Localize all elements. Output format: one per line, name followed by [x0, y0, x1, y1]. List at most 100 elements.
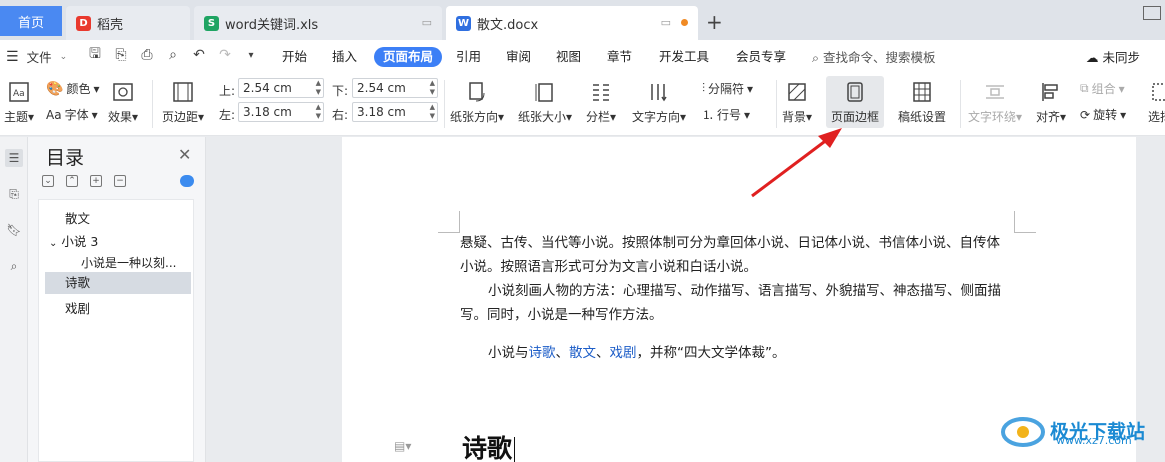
command-search[interactable]: ⌕ 查找命令、搜索模板 — [812, 47, 936, 66]
top-margin-input[interactable]: 2.54 cm ▲ ▼ — [238, 78, 324, 98]
background-button[interactable]: 背景▾ — [782, 78, 812, 125]
spinner-icon[interactable]: ▲ ▼ — [316, 103, 321, 121]
select-icon — [1146, 78, 1165, 106]
ribbon: Aa 主题▾ 🎨 颜色 ▾ Aa 字体 ▾ 效果▾ 页边距▾ 上: 2.54 cm ▲… — [0, 72, 1165, 136]
menu-start[interactable]: 开始 — [282, 47, 307, 67]
toc-panel: 目录 ✕ ⌄ ⌃ + − 散文 ⌄ 小说 3 小说是一种以刻... 诗歌 戏剧 — [28, 137, 206, 462]
theme-button[interactable]: Aa 主题▾ — [4, 78, 34, 125]
link-drama[interactable]: 戏剧 — [610, 345, 637, 361]
right-margin-input[interactable]: 3.18 cm ▲ ▼ — [352, 102, 438, 122]
effect-button[interactable]: 效果▾ — [108, 78, 138, 125]
columns-label: 分栏▾ — [586, 110, 617, 124]
color-button[interactable]: 🎨 颜色 ▾ — [46, 80, 99, 97]
line-number-label: 行号 — [717, 108, 742, 122]
margins-button[interactable]: 页边距▾ — [162, 78, 204, 125]
right-margin-label: 右: — [332, 108, 349, 122]
menu-member[interactable]: 会员专享 — [736, 47, 786, 67]
spinner-icon[interactable]: ▲ ▼ — [430, 103, 435, 121]
spinner-icon[interactable]: ▲ ▼ — [430, 79, 435, 97]
print-preview-icon[interactable]: ⌕ — [164, 46, 182, 64]
theme-icon: Aa — [5, 78, 33, 106]
align-icon — [1037, 78, 1065, 106]
remove-icon[interactable]: − — [114, 175, 126, 187]
add-icon[interactable]: + — [90, 175, 102, 187]
orientation-button[interactable]: 纸张方向▾ — [450, 78, 504, 125]
paragraph-handle-icon[interactable]: ▤▾ — [394, 439, 411, 453]
tab-docx-label: 散文.docx — [477, 17, 539, 33]
text-wrap-button[interactable]: 文字环绕▾ — [968, 78, 1022, 125]
effect-icon — [109, 78, 137, 106]
menu-chapter[interactable]: 章节 — [607, 47, 632, 67]
columns-icon — [587, 78, 615, 106]
file-menu[interactable]: ☰ 文件 ⌄ — [6, 47, 67, 66]
watermark-url: www.xz7.com — [1056, 434, 1132, 447]
bookmark-icon[interactable]: 🔖︎ — [5, 221, 23, 239]
toc-icon[interactable]: ☰ — [5, 149, 23, 167]
menu-review[interactable]: 审阅 — [506, 47, 531, 67]
menu-references[interactable]: 引用 — [456, 47, 481, 67]
align-label: 对齐▾ — [1036, 110, 1067, 124]
side-strip: ☰ ⎘ 🔖︎ ⌕ — [0, 137, 28, 462]
font-button[interactable]: Aa 字体 ▾ — [46, 106, 98, 123]
menu-page-layout[interactable]: 页面布局 — [374, 47, 443, 67]
spinner-icon[interactable]: ▲ ▼ — [316, 79, 321, 97]
group-button[interactable]: ⧉ 组合 ▾ — [1080, 80, 1125, 97]
paper-size-button[interactable]: 纸张大小▾ — [518, 78, 572, 125]
toc-item-drama[interactable]: 戏剧 — [65, 298, 90, 317]
toc-item-poetry[interactable]: 诗歌 — [45, 272, 191, 294]
export-icon[interactable]: ⎘ — [112, 46, 130, 64]
separator-button[interactable]: ⫶ 分隔符 ▾ — [702, 80, 753, 97]
chapter-nav-icon[interactable]: ⎘ — [5, 185, 23, 203]
right-margin-value: 3.18 cm — [357, 105, 406, 119]
save-icon[interactable]: 🖫 — [86, 46, 104, 64]
menu-view[interactable]: 视图 — [556, 47, 581, 67]
toc-item-novel[interactable]: ⌄ 小说 3 — [49, 231, 98, 250]
sync-status[interactable]: ☁ 未同步 — [1086, 47, 1140, 66]
bottom-margin-input[interactable]: 2.54 cm ▲ ▼ — [352, 78, 438, 98]
tab-xls[interactable]: S word关键词.xls ▭ — [194, 6, 442, 40]
font-icon: Aa — [46, 107, 62, 122]
heading-poetry[interactable]: 诗歌 — [462, 429, 516, 462]
page-border-button[interactable]: 页面边框 — [826, 76, 884, 128]
tab-home[interactable]: 首页 — [0, 6, 62, 36]
close-icon[interactable]: ✕ — [178, 145, 191, 164]
paper-setup-button[interactable]: 稿纸设置 — [898, 78, 946, 125]
align-button[interactable]: 对齐▾ — [1036, 78, 1066, 125]
collapse-all-icon[interactable]: ⌄ — [42, 175, 54, 187]
toc-item-prose[interactable]: 散文 — [65, 208, 90, 227]
background-label: 背景▾ — [782, 110, 813, 124]
toc-item-novel-sub[interactable]: 小说是一种以刻... — [81, 254, 176, 271]
link-prose[interactable]: 散文 — [569, 345, 596, 361]
margins-icon — [169, 78, 197, 106]
toc-title: 目录 — [46, 147, 85, 169]
cloud-sync-icon[interactable] — [180, 175, 194, 187]
monitor-icon: ▭ — [660, 16, 671, 29]
text-direction-button[interactable]: 文字方向▾ — [632, 78, 686, 125]
expand-up-icon[interactable]: ⌃ — [66, 175, 78, 187]
left-margin-input[interactable]: 3.18 cm ▲ ▼ — [238, 102, 324, 122]
rotate-button[interactable]: ⟳ 旋转 ▾ — [1080, 106, 1126, 123]
background-icon — [783, 78, 811, 106]
menu-developer[interactable]: 开发工具 — [659, 47, 709, 67]
tab-daoke[interactable]: D 稻壳 — [66, 6, 190, 40]
undo-icon[interactable]: ↶ — [190, 46, 208, 64]
redo-icon[interactable]: ↷ — [216, 46, 234, 64]
link-poetry[interactable]: 诗歌 — [529, 345, 556, 361]
rotate-label: 旋转 — [1093, 108, 1118, 122]
line-number-button[interactable]: ⒈ 行号 ▾ — [702, 106, 750, 123]
tab-home-label: 首页 — [17, 15, 44, 31]
new-tab-button[interactable]: + — [706, 10, 723, 34]
margins-label: 页边距▾ — [162, 110, 205, 124]
select-button[interactable]: 选择 — [1146, 78, 1165, 125]
tab-xls-label: word关键词.xls — [225, 17, 319, 33]
window-restore-icon[interactable] — [1143, 6, 1161, 20]
print-icon[interactable]: ⎙ — [138, 46, 156, 64]
customize-chevron-icon[interactable]: ▾ — [242, 46, 260, 64]
file-menu-label: 文件 — [26, 50, 52, 65]
columns-button[interactable]: 分栏▾ — [586, 78, 616, 125]
divider — [152, 80, 153, 128]
search-icon[interactable]: ⌕ — [5, 257, 23, 275]
chevron-down-icon[interactable]: ⌄ — [49, 238, 57, 249]
menu-insert[interactable]: 插入 — [332, 47, 357, 67]
tab-docx[interactable]: W 散文.docx ▭ — [446, 6, 698, 40]
